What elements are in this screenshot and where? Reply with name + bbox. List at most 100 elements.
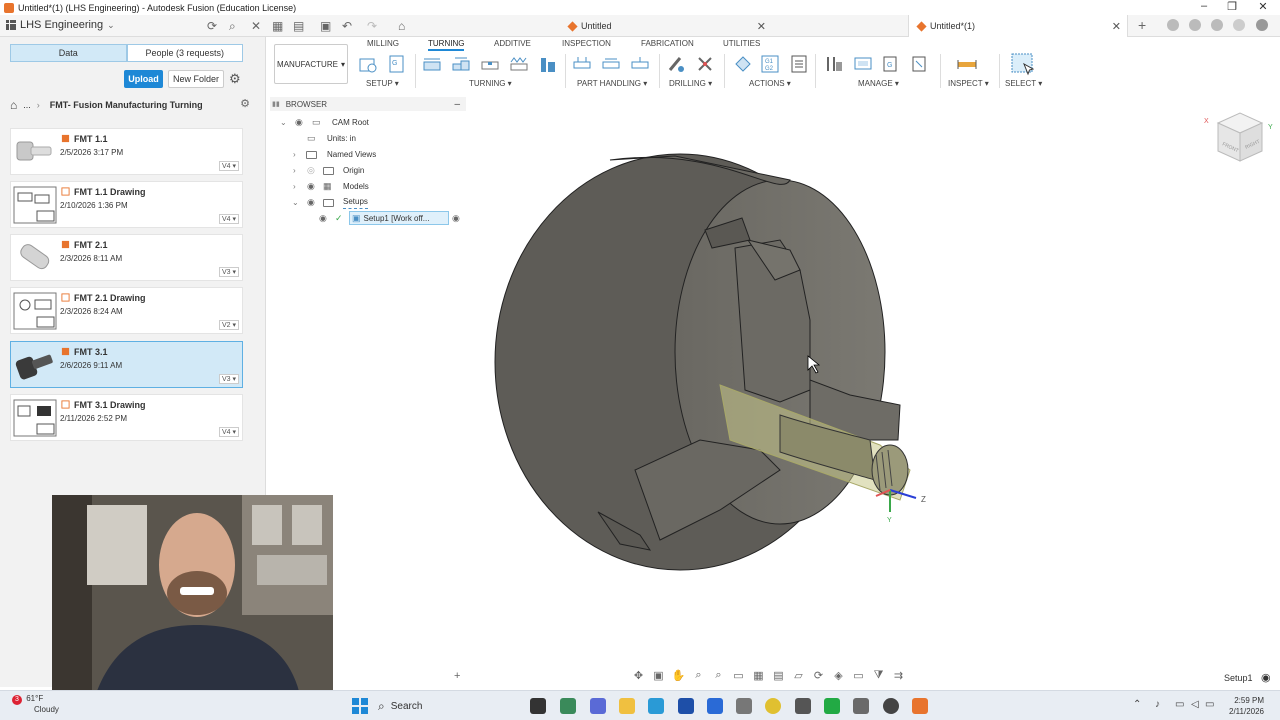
version-badge[interactable]: V4 ▾ [218,214,239,224]
obs-icon[interactable] [883,698,899,714]
post-process-icon[interactable]: G1G2 [760,54,780,74]
eye-icon[interactable]: ◉ [295,117,303,128]
turning-face-icon[interactable] [422,54,442,74]
add-icon[interactable]: + [454,670,460,682]
turning-thread-icon[interactable] [509,54,529,74]
breadcrumb-ellipsis[interactable]: ... [23,100,31,110]
display-settings-icon[interactable]: ▭ [730,669,747,682]
setup-group-label[interactable]: SETUP ▾ [366,79,399,88]
setup-sheet-icon[interactable]: G [387,54,407,74]
camera-icon[interactable]: ▭ [850,669,867,682]
app-icon[interactable] [795,698,811,714]
eye-icon[interactable]: ◉ [319,213,327,224]
zoom-icon[interactable]: ⌕ [690,669,707,682]
file-explorer-icon[interactable] [619,698,635,714]
post-library-icon[interactable]: G [881,54,901,74]
model-viewport[interactable]: Z Y [480,140,940,580]
gear-icon[interactable]: ⚙ [229,71,241,87]
bar-pull-icon[interactable] [630,54,650,74]
search-icon[interactable]: ⌕ [229,19,236,34]
tree-item-models[interactable]: Models [343,179,369,193]
home-icon[interactable]: ⌂ [398,19,405,33]
windows-start-icon[interactable] [352,698,368,714]
job-status-icon[interactable] [1189,19,1201,31]
app-icon[interactable] [736,698,752,714]
turning-chamfer-icon[interactable] [538,54,558,74]
tree-item-origin[interactable]: Origin [343,163,364,177]
file-menu-icon[interactable]: ▤ [293,19,304,33]
mail-icon[interactable] [707,698,723,714]
turning-groove-icon[interactable] [480,54,500,74]
chevron-up-icon[interactable]: ⌃ [1133,699,1141,710]
part-transfer-icon[interactable] [572,54,592,74]
tab-milling[interactable]: MILLING [367,39,399,48]
actions-group-label[interactable]: ACTIONS ▾ [749,79,791,88]
turning-profile-icon[interactable] [451,54,471,74]
taskbar-search[interactable]: ⌕ Search [378,696,518,716]
chevron-right-icon[interactable]: › [293,150,296,159]
grid-settings-icon[interactable]: ▦ [750,669,767,682]
battery-icon[interactable]: ▭ [1205,699,1214,710]
version-badge[interactable]: V3 ▾ [218,267,239,277]
edge-icon[interactable] [648,698,664,714]
eye-hidden-icon[interactable]: ◎ [307,165,315,176]
copilot-icon[interactable] [590,698,606,714]
effects-icon[interactable]: ◈ [830,669,847,682]
refresh-icon[interactable]: ⟳ [207,19,217,33]
tab-turning[interactable]: TURNING [428,39,465,51]
maximize-button[interactable]: ❐ [1222,0,1242,13]
tab-untitled[interactable]: Untitled ✕ [560,15,772,37]
close-window-button[interactable]: ✕ [1253,0,1273,13]
drill-tools-icon[interactable] [695,54,715,74]
pan-icon[interactable]: ✋ [670,669,687,682]
file-card[interactable]: FMT 2.1 2/3/2026 8:11 AM V3 ▾ [10,234,243,281]
section-icon[interactable]: ▱ [790,669,807,682]
tree-item-setups[interactable]: Setups [343,195,368,209]
chevron-right-icon[interactable]: › [293,166,296,175]
subspindle-grab-icon[interactable] [601,54,621,74]
home-icon[interactable]: ⌂ [10,98,17,112]
tab-people[interactable]: People (3 requests) [126,44,243,62]
refresh-view-icon[interactable]: ⟳ [810,669,827,682]
tab-untitled-1[interactable]: Untitled*(1) ✕ [908,15,1128,37]
file-card[interactable]: FMT 1.1 Drawing 2/10/2026 1:36 PM V4 ▾ [10,181,243,228]
microphone-icon[interactable]: ♪ [1155,699,1160,710]
minimize-button[interactable]: – [1194,0,1214,12]
tab-data[interactable]: Data [10,44,127,62]
project-sync-icon[interactable]: ⚙ [240,97,250,110]
extensions-icon[interactable] [1167,19,1179,31]
version-badge[interactable]: V3 ▾ [218,374,239,384]
version-badge[interactable]: V2 ▾ [218,320,239,330]
new-setup-icon[interactable] [358,54,378,74]
viewcube[interactable]: FRONT RIGHT X Y [1200,105,1278,167]
drilling-icon[interactable] [666,54,686,74]
file-card[interactable]: FMT 1.1 2/5/2026 3:17 PM V4 ▾ [10,128,243,175]
eye-icon[interactable]: ◉ [307,181,315,192]
comments-icon[interactable]: ◉ [1261,671,1271,684]
look-at-icon[interactable]: ▣ [650,669,667,682]
tree-item-units[interactable]: Units: in [327,131,356,145]
inspect-group-label[interactable]: INSPECT ▾ [948,79,989,88]
new-folder-button[interactable]: New Folder [168,70,224,88]
settings-icon[interactable] [853,698,869,714]
new-tab-icon[interactable]: + [1138,17,1146,33]
simulate-icon[interactable] [733,54,753,74]
fusion-taskbar-icon[interactable] [912,698,928,714]
tab-inspection[interactable]: INSPECTION [562,39,611,48]
turning-group-label[interactable]: TURNING ▾ [469,79,512,88]
system-clock[interactable]: 2:59 PM 2/11/2026 [1229,695,1264,717]
app-icon[interactable] [824,698,840,714]
undo-icon[interactable]: ↶ [342,19,352,33]
select-group-label[interactable]: SELECT ▾ [1005,79,1042,88]
chevron-right-icon[interactable]: › [293,182,296,191]
speaker-icon[interactable]: ◁ [1191,699,1199,710]
close-tab-icon[interactable]: ✕ [1112,20,1121,33]
workspace-switcher[interactable]: MANUFACTURE ▾ [274,44,348,84]
collapse-handle-icon[interactable]: ▮▮ [272,100,280,108]
upload-button[interactable]: Upload [124,70,163,88]
version-badge[interactable]: V4 ▾ [218,161,239,171]
simulation-icon[interactable]: ⇉ [890,669,907,682]
store-icon[interactable] [678,698,694,714]
activate-radio-icon[interactable]: ◉ [452,213,460,224]
eye-icon[interactable]: ◉ [307,197,315,208]
